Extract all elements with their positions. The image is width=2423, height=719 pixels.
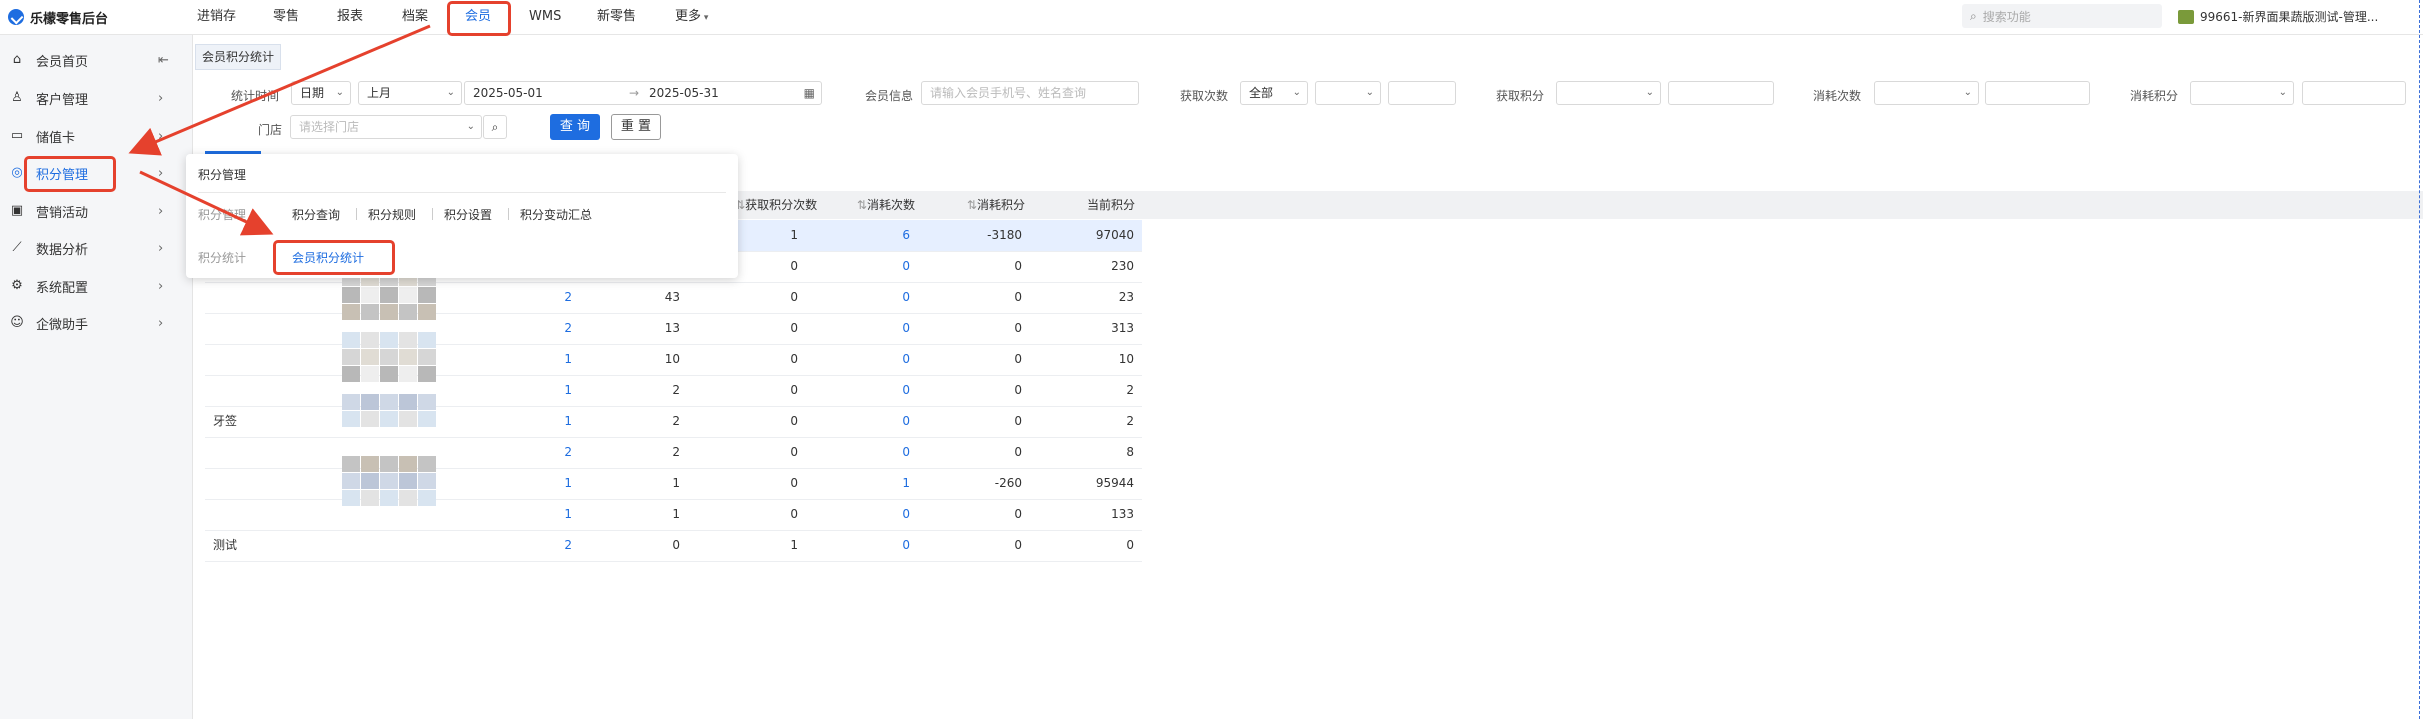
arrow-to-member-points-stats <box>139 170 274 236</box>
viewport-edge <box>2419 0 2420 719</box>
arrow-to-points-menu <box>128 24 431 156</box>
annotation-arrows <box>128 24 431 236</box>
